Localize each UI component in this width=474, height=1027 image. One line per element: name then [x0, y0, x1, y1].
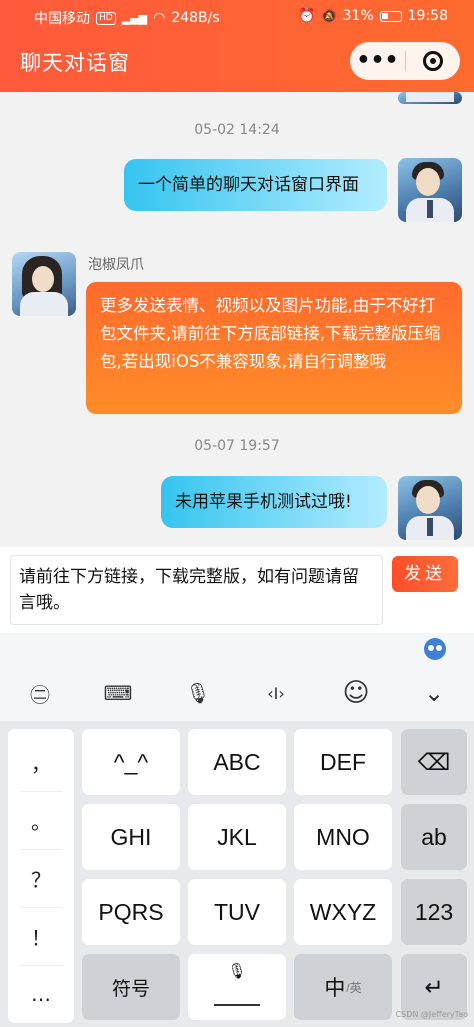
key-wxyz[interactable]: WXYZ — [294, 879, 392, 945]
punct-key[interactable]: … — [8, 965, 74, 1023]
message-input[interactable]: 请前往下方链接，下载完整版，如有问题请留言哦。 — [10, 555, 383, 625]
message-input-bar: 请前往下方链接，下载完整版，如有问题请留言哦。 发送 — [0, 547, 474, 633]
avatar-body — [20, 292, 68, 316]
close-mini-program-button[interactable] — [406, 51, 460, 71]
emoji-icon[interactable]: ☺ — [336, 675, 376, 711]
ime-mascot-icon[interactable] — [424, 638, 446, 660]
mini-program-capsule: ••• — [350, 42, 460, 80]
lang-sub-label: /英 — [346, 980, 362, 995]
wifi-icon: ◠ — [153, 10, 166, 26]
send-button[interactable]: 发送 — [392, 556, 458, 592]
signal-icon: ▂▄▆ — [121, 11, 148, 25]
key-pqrs[interactable]: PQRS — [82, 879, 180, 945]
chat-area[interactable]: 05-02 14:24 一个简单的聊天对话窗口界面 泡椒凤爪 更多发送表情、视频… — [0, 92, 474, 547]
avatar-face — [32, 266, 54, 292]
avatar-self[interactable] — [398, 158, 462, 222]
target-icon — [423, 51, 443, 71]
keyboard-suggestion-bar — [0, 633, 474, 665]
hd-badge: HD — [96, 11, 116, 25]
timestamp: 05-02 14:24 — [194, 122, 280, 138]
key-tuv[interactable]: TUV — [188, 879, 286, 945]
switch-ab-key[interactable]: ab — [401, 804, 467, 870]
battery-percent: 31% — [342, 8, 374, 24]
message-bubble-self[interactable]: 一个简单的聊天对话窗口界面 — [124, 159, 387, 211]
space-bar-line — [214, 1004, 260, 1006]
mic-icon[interactable]: 🎙 — [178, 675, 218, 711]
avatar-face — [416, 486, 440, 514]
keyboard: ， 。 ？ ！ … ^_^ ABC DEF ⌫ GHI JKL MNO ab P… — [0, 721, 474, 1027]
avatar-other[interactable] — [12, 252, 76, 316]
carrier-label: 中国移动 — [34, 11, 90, 27]
message-bubble-self[interactable]: 未用苹果手机测试过哦! — [161, 476, 387, 528]
mute-icon: 🔕 — [321, 9, 337, 23]
avatar-body — [406, 92, 454, 102]
status-bar: 中国移动 HD ▂▄▆ ◠ 248B/s ⏰ 🔕 31% 19:58 — [0, 6, 474, 28]
key-def[interactable]: DEF — [294, 729, 392, 795]
collapse-icon[interactable]: ⌄ — [414, 675, 454, 711]
punct-key[interactable]: 。 — [8, 791, 74, 849]
avatar-face — [416, 168, 440, 196]
punct-key[interactable]: ？ — [8, 849, 74, 907]
message-bubble-other[interactable]: 更多发送表情、视频以及图片功能,由于不好打包文件夹,请前往下方底部链接,下载完整… — [86, 282, 462, 414]
key-mno[interactable]: MNO — [294, 804, 392, 870]
lang-main-label: 中 — [324, 977, 346, 1000]
key-emoticon[interactable]: ^_^ — [82, 729, 180, 795]
handwriting-icon[interactable]: ㊁ — [20, 675, 60, 711]
symbols-key[interactable]: 符号 — [82, 954, 180, 1020]
top-bar: 中国移动 HD ▂▄▆ ◠ 248B/s ⏰ 🔕 31% 19:58 聊天对话窗… — [0, 0, 474, 92]
key-jkl[interactable]: JKL — [188, 804, 286, 870]
lang-switch-key[interactable]: 中/英 — [294, 954, 392, 1020]
key-ghi[interactable]: GHI — [82, 804, 180, 870]
avatar-self[interactable] — [398, 476, 462, 540]
more-icon[interactable]: ••• — [350, 46, 405, 76]
switch-123-key[interactable]: 123 — [401, 879, 467, 945]
avatar-self-peek — [398, 92, 462, 104]
battery-icon — [379, 10, 402, 22]
clock: 19:58 — [407, 8, 448, 24]
timestamp: 05-07 19:57 — [194, 438, 280, 454]
mic-icon: 🎙 — [227, 963, 247, 980]
net-speed: 248B/s — [171, 10, 220, 26]
keyboard-icon[interactable]: ⌨ — [98, 675, 138, 711]
backspace-key[interactable]: ⌫ — [401, 729, 467, 795]
punctuation-column[interactable]: ， 。 ？ ！ … — [8, 729, 74, 1023]
sender-name: 泡椒凤爪 — [88, 257, 144, 273]
punct-key[interactable]: ， — [8, 733, 74, 791]
avatar-tie — [427, 518, 433, 536]
alarm-icon: ⏰ — [298, 8, 316, 24]
avatar-tie — [427, 200, 433, 218]
keyboard-toolbar: ㊁ ⌨ 🎙 ‹I› ☺ ⌄ — [0, 665, 474, 721]
cursor-icon[interactable]: ‹I› — [256, 675, 296, 711]
key-abc[interactable]: ABC — [188, 729, 286, 795]
punct-key[interactable]: ！ — [8, 907, 74, 965]
page-title: 聊天对话窗 — [20, 51, 130, 75]
watermark: CSDN @JefferyTao — [395, 1010, 468, 1019]
space-key[interactable]: 🎙 — [188, 954, 286, 1020]
